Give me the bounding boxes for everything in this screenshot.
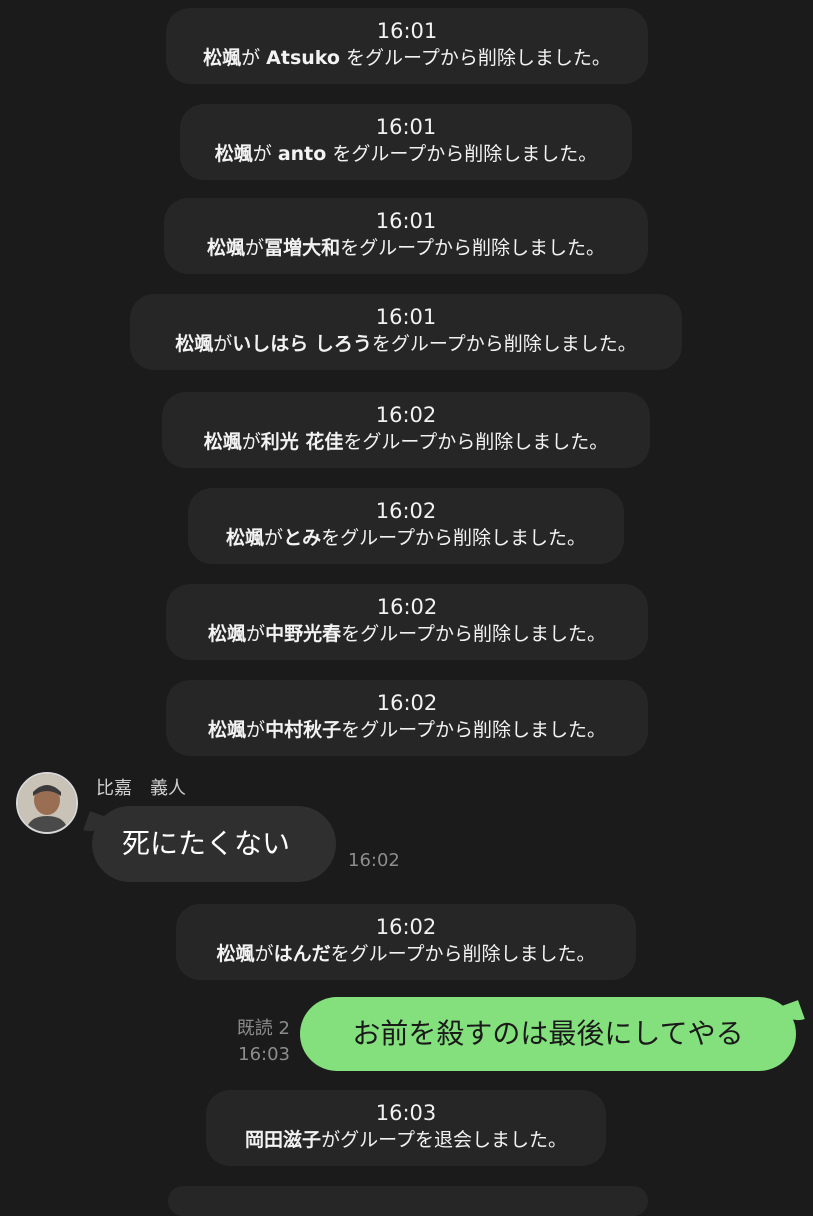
system-message-time: 16:02 (376, 691, 438, 715)
system-message: 16:02 松颯がとみをグループから削除しました。 (188, 488, 624, 564)
system-message: 16:03 岡田滋子がグループを退会しました。 (206, 1090, 606, 1166)
user-avatar-icon[interactable] (16, 772, 78, 834)
message-text: お前を殺すのは最後にしてやる (352, 1017, 744, 1050)
target-name: とみ (283, 527, 322, 549)
bubble-tail (779, 1000, 805, 1026)
actor-name: 松颯 (203, 431, 242, 453)
system-message-time: 16:01 (376, 19, 438, 43)
actor-name: 松颯 (203, 47, 242, 69)
target-name: はんだ (273, 943, 331, 965)
target-name: Atsuko (266, 47, 340, 69)
actor-name: 松颯 (208, 719, 247, 741)
message-time: 16:02 (348, 850, 400, 871)
system-message: 16:01 松颯が anto をグループから削除しました。 (180, 104, 632, 180)
system-message: 16:01 松颯が Atsuko をグループから削除しました。 (166, 8, 648, 84)
system-message-time: 16:02 (375, 915, 437, 939)
system-message: 16:01 松颯が冨増大和をグループから削除しました。 (164, 198, 648, 274)
system-message: 16:02 松颯が利光 花佳をグループから削除しました。 (162, 392, 650, 468)
system-message: 16:02 松颯が中野光春をグループから削除しました。 (166, 584, 648, 660)
system-message-time: 16:03 (375, 1101, 437, 1125)
actor-name: 松颯 (207, 237, 246, 259)
system-message-time: 16:02 (375, 499, 437, 523)
actor-name: 松颯 (226, 527, 265, 549)
actor-name: 岡田滋子 (245, 1129, 322, 1151)
incoming-message-bubble[interactable]: 死にたくない (83, 806, 336, 882)
target-name: anto (277, 143, 327, 165)
system-message-time: 16:01 (375, 209, 437, 233)
actor-name: 松颯 (175, 333, 214, 355)
system-message-time: 16:02 (375, 403, 437, 427)
target-name: 中村秋子 (265, 719, 342, 741)
system-message: 16:02 松颯がはんだをグループから削除しました。 (176, 904, 636, 980)
system-message: 16:02 松颯が中村秋子をグループから削除しました。 (166, 680, 648, 756)
outgoing-message-bubble[interactable]: お前を殺すのは最後にしてやる (300, 997, 805, 1071)
system-message-time: 16:01 (375, 305, 437, 329)
actor-name: 松颯 (214, 143, 253, 165)
target-name: 冨増大和 (264, 237, 341, 259)
system-message-time: 16:02 (376, 595, 438, 619)
read-receipt: 既読 2 16:03 (230, 1016, 290, 1068)
target-name: 利光 花佳 (260, 431, 344, 453)
system-message-time: 16:01 (375, 115, 437, 139)
sender-name: 比嘉 義人 (96, 778, 186, 799)
target-name: 中野光春 (265, 623, 342, 645)
actor-name: 松颯 (216, 943, 255, 965)
avatar-image (18, 774, 76, 832)
system-message-partial (168, 1186, 648, 1216)
target-name: いしはら しろう (232, 333, 372, 355)
actor-name: 松颯 (208, 623, 247, 645)
bubble-tail (83, 811, 109, 837)
message-text: 死にたくない (122, 827, 291, 860)
system-message: 16:01 松颯がいしはら しろうをグループから削除しました。 (130, 294, 682, 370)
message-time: 16:03 (238, 1044, 290, 1065)
read-count: 既読 2 (236, 1018, 290, 1039)
